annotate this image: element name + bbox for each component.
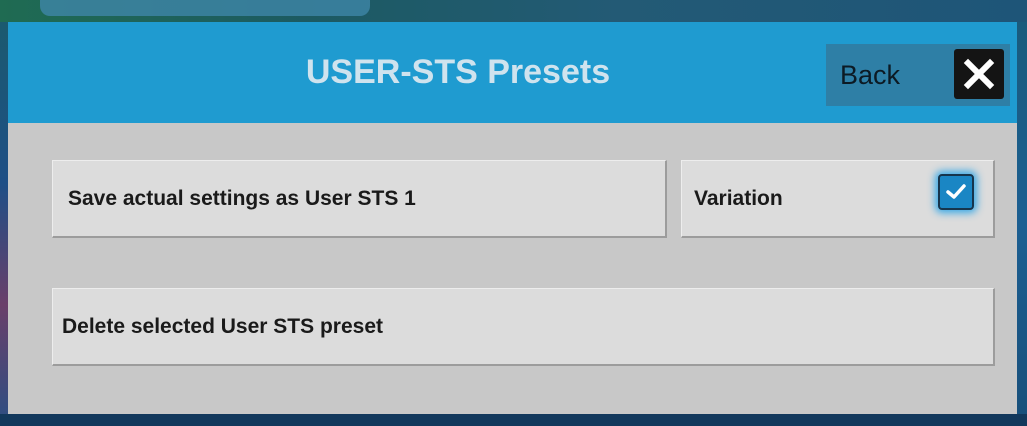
background-right-edge	[1017, 22, 1027, 426]
variation-checkbox[interactable]	[938, 174, 974, 210]
dialog-title: USER-STS Presets	[305, 53, 611, 91]
variation-label: Variation	[694, 186, 783, 210]
variation-toggle[interactable]: Variation	[681, 160, 995, 238]
back-button-label: Back	[840, 59, 901, 90]
delete-preset-label: Delete selected User STS preset	[62, 314, 383, 338]
background-left-edge	[0, 22, 8, 426]
back-button[interactable]: Back	[826, 44, 1010, 106]
save-settings-button[interactable]: Save actual settings as User STS 1	[52, 160, 667, 238]
user-sts-presets-dialog: USER-STS Presets Back Save actual settin…	[8, 22, 1017, 414]
delete-preset-button[interactable]: Delete selected User STS preset	[52, 288, 995, 366]
checkmark-icon	[946, 184, 966, 199]
close-icon[interactable]	[954, 49, 1004, 99]
background-bottom-edge	[0, 414, 1027, 426]
save-settings-label: Save actual settings as User STS 1	[68, 186, 416, 210]
dialog-header: USER-STS Presets Back	[8, 22, 1017, 123]
background-tab	[40, 0, 370, 16]
